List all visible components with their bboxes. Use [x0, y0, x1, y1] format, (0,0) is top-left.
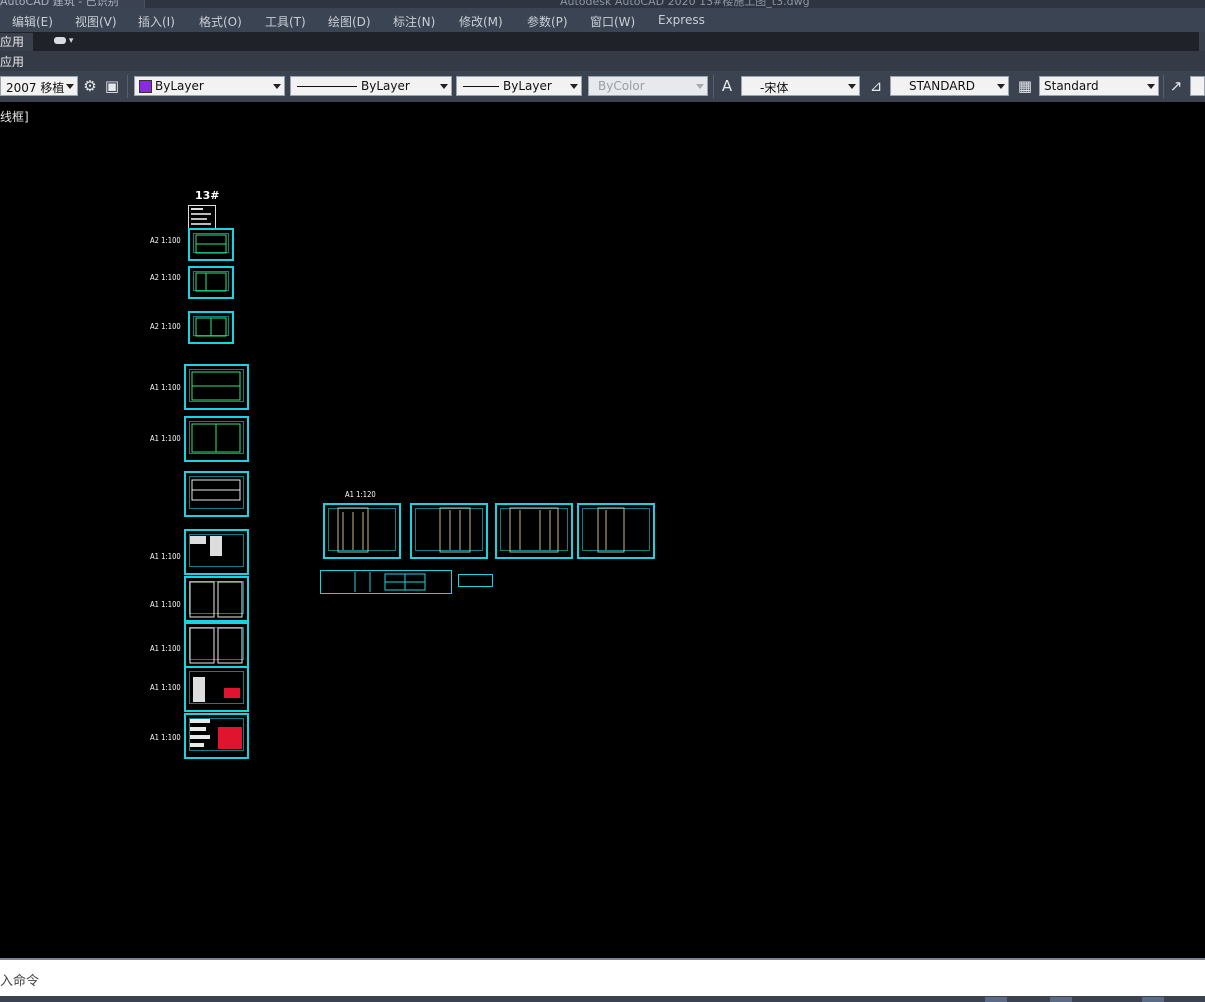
dimstyle-value: STANDARD — [909, 79, 976, 93]
app-title-left: AutoCAD 建筑 - 已识别 — [0, 0, 119, 8]
tab-apps[interactable]: 应用 — [0, 33, 33, 51]
menu-edit[interactable]: 编辑(E) — [12, 13, 53, 30]
status-toggle[interactable] — [1050, 997, 1072, 1002]
color-dropdown[interactable]: ByLayer — [134, 76, 285, 96]
status-toggle[interactable] — [1142, 997, 1164, 1002]
menu-view[interactable]: 视图(V) — [75, 13, 117, 30]
chevron-down-icon — [696, 84, 704, 89]
chevron-down-icon — [66, 84, 74, 89]
drawing-linework — [189, 234, 625, 749]
toolbar-divider — [127, 75, 128, 98]
text-style-icon[interactable]: A — [718, 77, 736, 95]
plotstyle-dropdown: ByColor — [588, 76, 708, 96]
tabbar-edge — [1199, 32, 1205, 51]
dim-style-icon[interactable]: ⊿ — [867, 77, 885, 95]
lineweight-preview — [463, 86, 499, 87]
linetype-preview — [297, 86, 357, 87]
mleaderstyle-dropdown[interactable] — [1190, 76, 1205, 96]
multileader-style-icon[interactable]: ↗ — [1167, 77, 1185, 95]
menu-dimension[interactable]: 标注(N) — [393, 13, 435, 30]
layer-value: 2007 移植 — [6, 81, 65, 95]
chevron-down-icon — [570, 84, 578, 89]
ribbon-panel: 应用 — [0, 51, 1205, 71]
menu-tools[interactable]: 工具(T) — [265, 13, 306, 30]
menu-bar: 编辑(E) 视图(V) 插入(I) 格式(O) 工具(T) 绘图(D) 标注(N… — [0, 8, 1205, 32]
window-title: Autodesk AutoCAD 2020 13#楼施工图_t3.dwg — [560, 0, 810, 8]
toolbar-divider — [1163, 75, 1164, 98]
tablestyle-dropdown[interactable]: Standard — [1039, 76, 1159, 96]
textstyle-dropdown[interactable]: -宋体 — [741, 76, 860, 96]
layer-dropdown[interactable]: 2007 移植 — [0, 76, 78, 96]
linetype-dropdown[interactable]: ByLayer — [290, 76, 452, 96]
color-swatch — [139, 80, 152, 93]
properties-toolbar: 2007 移植 ⚙ ▣ ByLayer ByLayer ByLayer ByCo… — [0, 71, 1205, 102]
menu-parametric[interactable]: 参数(P) — [527, 13, 568, 30]
ribbon-toggle-icon[interactable]: ▾ — [54, 36, 80, 48]
gear-icon[interactable]: ⚙ — [81, 77, 99, 95]
status-bar — [0, 996, 1205, 1002]
chevron-down-icon — [440, 84, 448, 89]
textstyle-value: -宋体 — [760, 81, 789, 95]
toolbar-divider — [713, 75, 714, 98]
ribbon-tab-bar: 应用 ▾ — [0, 32, 1205, 51]
menu-window[interactable]: 窗口(W) — [590, 13, 635, 30]
linetype-value: ByLayer — [361, 79, 410, 93]
lineweight-dropdown[interactable]: ByLayer — [456, 76, 582, 96]
status-toggle[interactable] — [985, 997, 1007, 1002]
menu-format[interactable]: 格式(O) — [199, 13, 242, 30]
command-prompt: 入命令 — [0, 974, 40, 989]
menu-express[interactable]: Express — [658, 13, 705, 27]
ribbon-panel-label: 应用 — [0, 55, 25, 69]
menu-insert[interactable]: 插入(I) — [138, 13, 175, 30]
chevron-down-icon — [273, 84, 281, 89]
title-bar: AutoCAD 建筑 - 已识别 Autodesk AutoCAD 2020 1… — [0, 0, 1205, 8]
chevron-down-icon — [848, 84, 856, 89]
menu-modify[interactable]: 修改(M) — [459, 13, 503, 30]
plotstyle-value: ByColor — [598, 79, 645, 93]
chevron-down-icon — [1147, 84, 1155, 89]
lineweight-value: ByLayer — [503, 79, 552, 93]
drawing-viewport[interactable]: 线框] 13# A2 1:100 A2 1:100 A2 1:100 A1 1:… — [0, 102, 1205, 958]
tablestyle-value: Standard — [1044, 79, 1099, 93]
menu-draw[interactable]: 绘图(D) — [328, 13, 371, 30]
color-value: ByLayer — [155, 79, 204, 93]
dimstyle-dropdown[interactable]: STANDARD — [890, 76, 1009, 96]
table-style-icon[interactable]: ▦ — [1016, 77, 1034, 95]
chevron-down-icon — [997, 84, 1005, 89]
command-line[interactable]: 入命令 — [0, 958, 1205, 996]
layer-match-icon[interactable]: ▣ — [103, 77, 121, 95]
